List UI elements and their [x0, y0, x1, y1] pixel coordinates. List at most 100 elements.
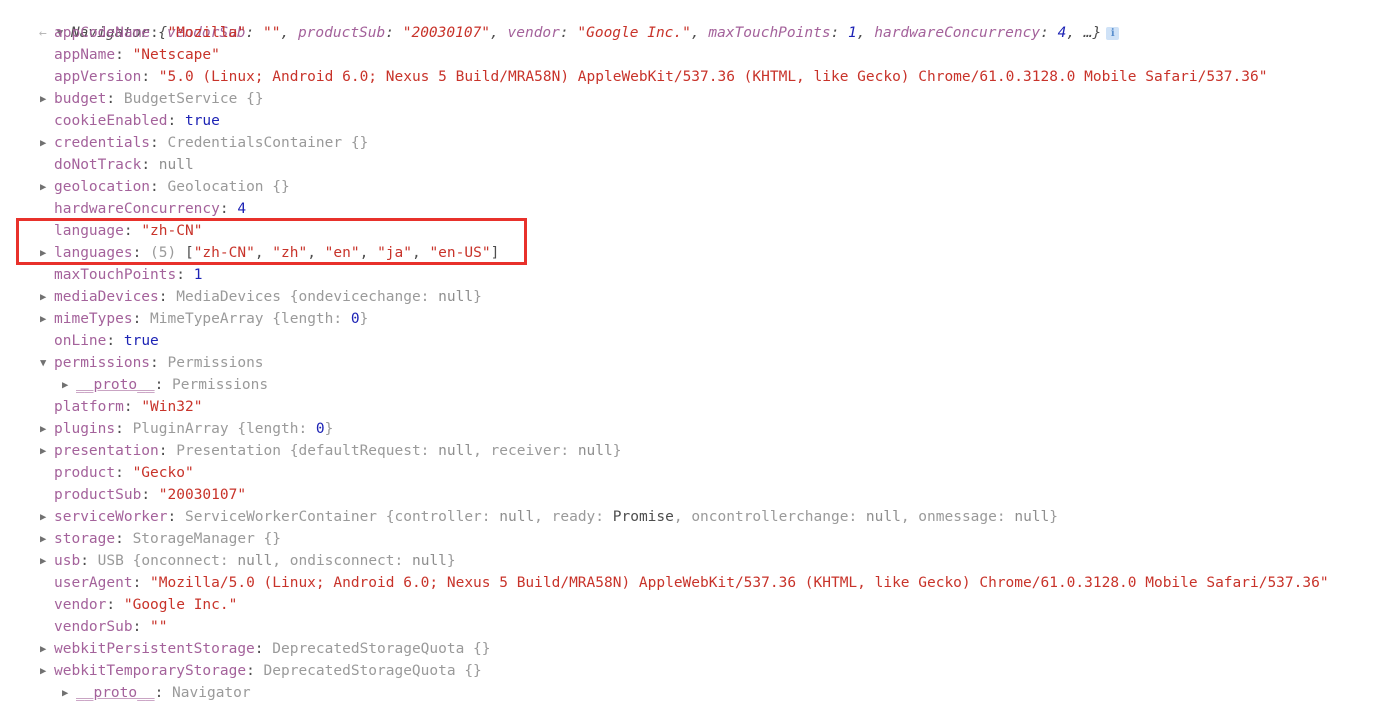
- property-row[interactable]: ▶ languages: (5) ["zh-CN", "zh", "en", "j…: [0, 242, 1392, 264]
- property-row[interactable]: ▶productSub: "20030107": [0, 484, 1392, 506]
- property-row[interactable]: ▶appCodeName: "Mozilla": [0, 22, 1392, 44]
- inner-null: null: [438, 289, 474, 305]
- property-colon: :: [132, 619, 151, 635]
- property-row[interactable]: ▶doNotTrack: null: [0, 154, 1392, 176]
- console-result-header[interactable]: ← ▼ Navigator {vendorSub: "", productSub: …: [0, 0, 1392, 41]
- value-string: "Google Inc.": [123, 597, 238, 613]
- property-key: doNotTrack: [54, 157, 142, 173]
- property-value: "Gecko": [133, 465, 194, 481]
- property-colon: :: [141, 69, 159, 85]
- expander-triangle-icon[interactable]: ▶: [62, 374, 76, 396]
- expander-triangle-icon[interactable]: ▶: [62, 682, 76, 704]
- property-key: userAgent: [54, 575, 133, 591]
- property-value: MediaDevices {ondevicechange: null}: [176, 289, 482, 305]
- expander-triangle-icon[interactable]: ▶: [40, 660, 54, 682]
- value-string: "Gecko": [132, 465, 194, 481]
- property-row[interactable]: ▶maxTouchPoints: 1: [0, 264, 1392, 286]
- expander-open-triangle-icon[interactable]: ▼: [40, 352, 54, 374]
- value-class: CredentialsContainer: [167, 135, 343, 151]
- property-value: CredentialsContainer {}: [168, 135, 369, 151]
- property-row[interactable]: ▶platform: "Win32": [0, 396, 1392, 418]
- property-key: onLine: [54, 333, 107, 349]
- expander-triangle-icon[interactable]: ▶: [40, 242, 54, 264]
- property-row[interactable]: ▶vendorSub: "": [0, 616, 1392, 638]
- property-colon: :: [115, 531, 133, 547]
- property-value: "": [150, 619, 167, 635]
- value-class: USB: [97, 553, 124, 569]
- property-row[interactable]: ▶ webkitPersistentStorage: DeprecatedStor…: [0, 638, 1392, 660]
- value-class: Navigator: [172, 685, 251, 701]
- expander-triangle-icon[interactable]: ▶: [40, 506, 54, 528]
- property-colon: :: [158, 289, 177, 305]
- value-class: StorageManager: [132, 531, 255, 547]
- expander-triangle-icon[interactable]: ▶: [40, 88, 54, 110]
- property-row[interactable]: ▶ credentials: CredentialsContainer {}: [0, 132, 1392, 154]
- inner-text: }: [324, 421, 334, 437]
- inner-text: }: [446, 553, 456, 569]
- array-length: (5): [150, 245, 185, 261]
- property-colon: :: [115, 421, 133, 437]
- array-item: "zh": [272, 245, 308, 261]
- expander-spacer-icon: ▶: [40, 616, 54, 638]
- expander-spacer-icon: ▶: [40, 484, 54, 506]
- property-row[interactable]: ▶ __proto__: Navigator: [0, 682, 1392, 704]
- property-value: "Netscape": [133, 47, 220, 63]
- property-row[interactable]: ▶ webkitTemporaryStorage: DeprecatedStora…: [0, 660, 1392, 682]
- proto-key: __proto__: [76, 685, 155, 701]
- property-value: StorageManager {}: [133, 531, 281, 547]
- value-bool: true: [123, 333, 159, 349]
- property-row[interactable]: ▶hardwareConcurrency: 4: [0, 198, 1392, 220]
- expander-triangle-icon[interactable]: ▶: [40, 418, 54, 440]
- property-colon: :: [150, 135, 168, 151]
- value-class: DeprecatedStorageQuota: [263, 663, 456, 679]
- property-row[interactable]: ▶ plugins: PluginArray {length: 0}: [0, 418, 1392, 440]
- property-row[interactable]: ▶ __proto__: Permissions: [0, 374, 1392, 396]
- property-row[interactable]: ▶ presentation: Presentation {defaultRequ…: [0, 440, 1392, 462]
- property-value: PluginArray {length: 0}: [133, 421, 334, 437]
- property-row[interactable]: ▶appName: "Netscape": [0, 44, 1392, 66]
- proto-key: __proto__: [76, 377, 155, 393]
- property-row[interactable]: ▶ storage: StorageManager {}: [0, 528, 1392, 550]
- property-row[interactable]: ▼ permissions: Permissions: [0, 352, 1392, 374]
- property-row[interactable]: ▶cookieEnabled: true: [0, 110, 1392, 132]
- property-row[interactable]: ▶ serviceWorker: ServiceWorkerContainer {…: [0, 506, 1392, 528]
- expander-triangle-icon[interactable]: ▶: [40, 132, 54, 154]
- inner-text: }: [612, 443, 622, 459]
- property-row[interactable]: ▶ budget: BudgetService {}: [0, 88, 1392, 110]
- property-row[interactable]: ▶appVersion: "5.0 (Linux; Android 6.0; N…: [0, 66, 1392, 88]
- property-colon: :: [150, 179, 168, 195]
- expander-triangle-icon[interactable]: ▶: [40, 550, 54, 572]
- property-colon: :: [176, 267, 194, 283]
- inner-null: null: [499, 509, 535, 525]
- expander-triangle-icon[interactable]: ▶: [40, 638, 54, 660]
- value-string: "Mozilla": [167, 25, 247, 41]
- property-row[interactable]: ▶ usb: USB {onconnect: null, ondisconnect…: [0, 550, 1392, 572]
- expander-triangle-icon[interactable]: ▶: [40, 286, 54, 308]
- expander-spacer-icon: ▶: [40, 462, 54, 484]
- property-row[interactable]: ▶userAgent: "Mozilla/5.0 (Linux; Android…: [0, 572, 1392, 594]
- property-value: null: [159, 157, 194, 173]
- property-row[interactable]: ▶vendor: "Google Inc.": [0, 594, 1392, 616]
- inner-null: null: [438, 443, 474, 459]
- property-colon: :: [132, 311, 151, 327]
- array-punct: [: [184, 245, 194, 261]
- value-string: "Win32": [141, 399, 203, 415]
- property-row[interactable]: ▶product: "Gecko": [0, 462, 1392, 484]
- expander-triangle-icon[interactable]: ▶: [40, 440, 54, 462]
- property-row[interactable]: ▶ mimeTypes: MimeTypeArray {length: 0}: [0, 308, 1392, 330]
- property-colon: :: [123, 223, 142, 239]
- property-value: Permissions: [168, 355, 264, 371]
- expander-triangle-icon[interactable]: ▶: [40, 528, 54, 550]
- array-punct: ,: [411, 245, 430, 261]
- property-key: maxTouchPoints: [54, 267, 177, 283]
- property-value: true: [124, 333, 159, 349]
- property-row[interactable]: ▶ geolocation: Geolocation {}: [0, 176, 1392, 198]
- value-class: BudgetService: [123, 91, 238, 107]
- property-row[interactable]: ▶language: "zh-CN": [0, 220, 1392, 242]
- expander-triangle-icon[interactable]: ▶: [40, 308, 54, 330]
- array-item: "ja": [377, 245, 412, 261]
- property-row[interactable]: ▶onLine: true: [0, 330, 1392, 352]
- expander-triangle-icon[interactable]: ▶: [40, 176, 54, 198]
- property-row[interactable]: ▶ mediaDevices: MediaDevices {ondevicecha…: [0, 286, 1392, 308]
- value-number: 1: [193, 267, 203, 283]
